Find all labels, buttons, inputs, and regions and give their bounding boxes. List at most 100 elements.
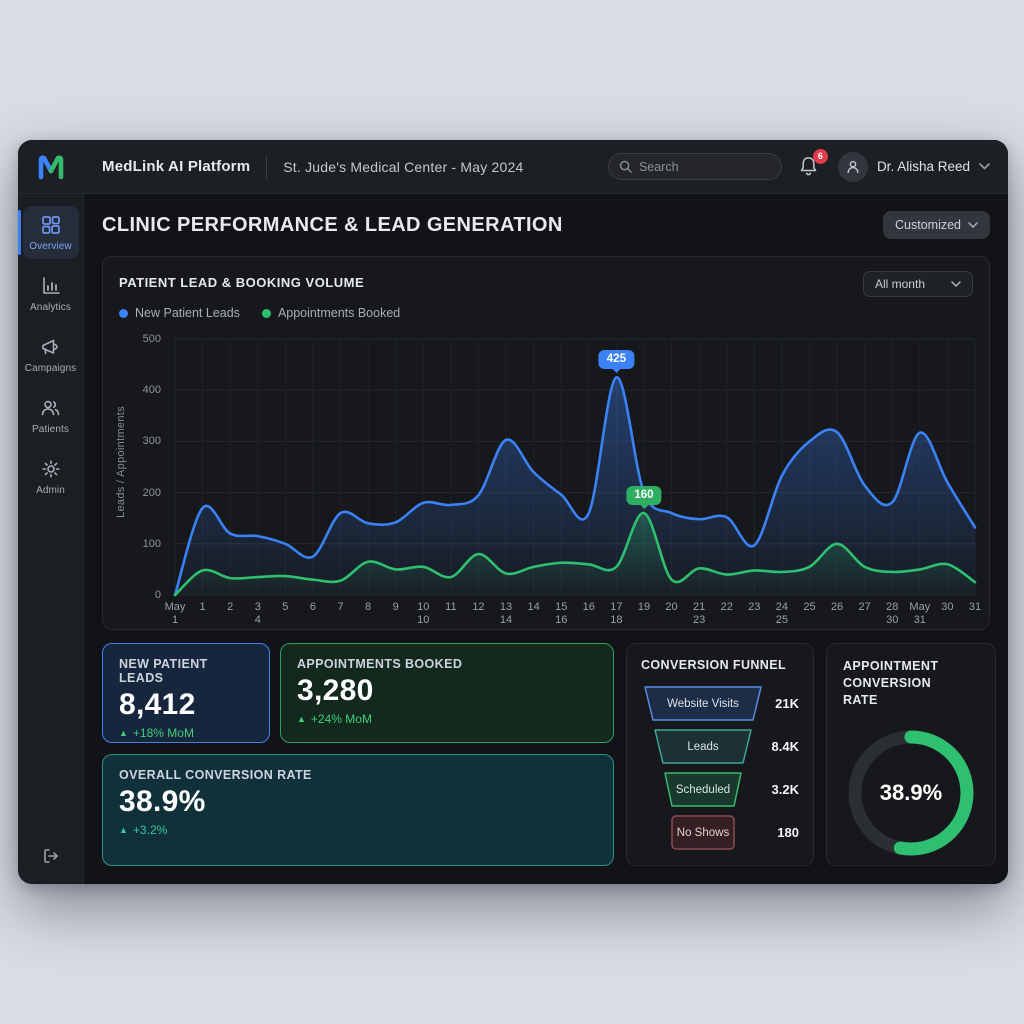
grid-icon xyxy=(40,214,62,236)
x-tick-label: 1010 xyxy=(417,601,429,627)
sidebar-item-label: Admin xyxy=(36,485,65,496)
sidebar-item-patients[interactable]: Patients xyxy=(23,389,79,442)
funnel-value: 3.2K xyxy=(772,782,799,797)
x-tick-label: May1 xyxy=(165,601,186,627)
sidebar-item-admin[interactable]: Admin xyxy=(23,450,79,503)
trend-up-icon: ▲ xyxy=(119,728,128,738)
card-delta: +3.2% xyxy=(133,823,167,837)
x-tick-label: 2 xyxy=(227,601,233,614)
medlink-logo-icon xyxy=(36,154,66,180)
x-tick-label: 23 xyxy=(748,601,760,614)
topbar-divider xyxy=(266,155,267,179)
x-tick-label: 31 xyxy=(969,601,981,614)
overall-conversion-card[interactable]: OVERALL CONVERSION RATE 38.9% ▲ +3.2% xyxy=(102,754,614,866)
legend-item-leads: New Patient Leads xyxy=(119,306,240,320)
x-tick-label: 1 xyxy=(200,601,206,614)
gear-icon xyxy=(40,458,62,480)
sidebar-item-label: Overview xyxy=(29,241,71,252)
x-tick-label: 2123 xyxy=(693,601,705,627)
lead-volume-chart-panel: PATIENT LEAD & BOOKING VOLUME All month … xyxy=(102,256,990,630)
funnel-value: 21K xyxy=(775,696,799,711)
date-range-button[interactable]: Customized xyxy=(883,211,990,239)
sidebar-item-analytics[interactable]: Analytics xyxy=(23,267,79,320)
sidebar-item-overview[interactable]: Overview xyxy=(23,206,79,259)
donut-value: 38.9% xyxy=(843,725,979,861)
x-tick-label: 11 xyxy=(445,601,456,614)
y-axis-title: Leads / Appointments xyxy=(115,406,127,518)
chevron-down-icon xyxy=(979,163,990,170)
x-tick-label: 25 xyxy=(803,601,815,614)
user-menu[interactable]: Dr. Alisha Reed xyxy=(838,152,990,182)
megaphone-icon xyxy=(39,336,62,358)
funnel-stage-website-visits[interactable]: Website Visits 21K xyxy=(641,685,799,722)
y-tick-label: 100 xyxy=(143,538,161,550)
search-input[interactable] xyxy=(639,160,759,174)
logout-icon xyxy=(41,846,61,866)
chevron-down-icon xyxy=(968,222,978,228)
legend-dot-green xyxy=(262,309,271,318)
x-tick-label: 1314 xyxy=(500,601,512,627)
x-tick-label: 5 xyxy=(282,601,288,614)
chart-title: PATIENT LEAD & BOOKING VOLUME xyxy=(119,271,364,290)
sidebar-item-label: Campaigns xyxy=(25,363,76,374)
sidebar-item-campaigns[interactable]: Campaigns xyxy=(23,328,79,381)
y-axis-ticks: 0100200300400500 xyxy=(133,339,167,585)
data-point-tooltip: 425 xyxy=(599,350,634,369)
donut-title: APPOINTMENT CONVERSION RATE xyxy=(843,658,963,709)
x-tick-label: 2830 xyxy=(886,601,898,627)
clinic-context: St. Jude's Medical Center - May 2024 xyxy=(283,159,523,175)
line-chart[interactable]: 425160 xyxy=(175,339,975,595)
x-tick-label: 30 xyxy=(941,601,953,614)
legend-item-booked: Appointments Booked xyxy=(262,306,400,320)
x-tick-label: 27 xyxy=(859,601,871,614)
x-tick-label: 19 xyxy=(638,601,650,614)
y-tick-label: 200 xyxy=(143,487,161,499)
x-tick-label: 12 xyxy=(472,601,484,614)
card-delta: +18% MoM xyxy=(133,726,194,740)
card-label: NEW PATIENT LEADS xyxy=(119,657,253,685)
y-tick-label: 300 xyxy=(143,435,161,447)
x-tick-label: 6 xyxy=(310,601,316,614)
trend-up-icon: ▲ xyxy=(119,825,128,835)
y-tick-label: 0 xyxy=(155,589,161,601)
sidebar-item-label: Patients xyxy=(32,424,69,435)
trend-up-icon: ▲ xyxy=(297,714,306,724)
x-tick-label: 9 xyxy=(393,601,399,614)
x-tick-label: 1516 xyxy=(555,601,567,627)
logo[interactable] xyxy=(18,154,84,180)
logout-button[interactable] xyxy=(18,846,83,866)
x-tick-label: 26 xyxy=(831,601,843,614)
page-title: CLINIC PERFORMANCE & LEAD GENERATION xyxy=(102,214,563,237)
card-value: 38.9% xyxy=(119,785,597,819)
y-tick-label: 500 xyxy=(143,333,161,345)
x-tick-label: 22 xyxy=(721,601,733,614)
x-tick-label: 2425 xyxy=(776,601,788,627)
funnel-title: CONVERSION FUNNEL xyxy=(641,658,799,672)
sidebar-item-label: Analytics xyxy=(30,302,71,313)
card-label: OVERALL CONVERSION RATE xyxy=(119,768,597,782)
avatar xyxy=(838,152,868,182)
x-tick-label: 14 xyxy=(527,601,539,614)
month-filter-select[interactable]: All month xyxy=(863,271,973,297)
x-tick-label: 8 xyxy=(365,601,371,614)
appointments-booked-card[interactable]: APPOINTMENTS BOOKED 3,280 ▲ +24% MoM xyxy=(280,643,614,743)
people-icon xyxy=(39,397,62,419)
funnel-stage-leads[interactable]: Leads 8.4K xyxy=(641,728,799,765)
sidebar: Overview Analytics Campaigns xyxy=(18,194,84,884)
card-delta: +24% MoM xyxy=(311,712,372,726)
conversion-funnel-card: CONVERSION FUNNEL Website Visits 21K xyxy=(626,643,814,866)
x-axis-labels: May1123456789101011121314141516161718192… xyxy=(175,601,975,631)
funnel-stage-no-shows[interactable]: No Shows 180 xyxy=(641,814,799,851)
app-title: MedLink AI Platform xyxy=(102,158,250,175)
x-tick-label: 7 xyxy=(337,601,343,614)
notifications-button[interactable]: 6 xyxy=(798,155,822,179)
funnel-value: 180 xyxy=(777,825,799,840)
funnel-stage-scheduled[interactable]: Scheduled 3.2K xyxy=(641,771,799,808)
chart-canvas xyxy=(175,339,975,595)
search-box[interactable] xyxy=(608,153,782,180)
card-value: 3,280 xyxy=(297,674,597,708)
x-tick-label: 1718 xyxy=(610,601,622,627)
new-patient-leads-card[interactable]: NEW PATIENT LEADS 8,412 ▲ +18% MoM xyxy=(102,643,270,743)
search-icon xyxy=(619,160,632,173)
donut-chart: 38.9% xyxy=(843,725,979,861)
